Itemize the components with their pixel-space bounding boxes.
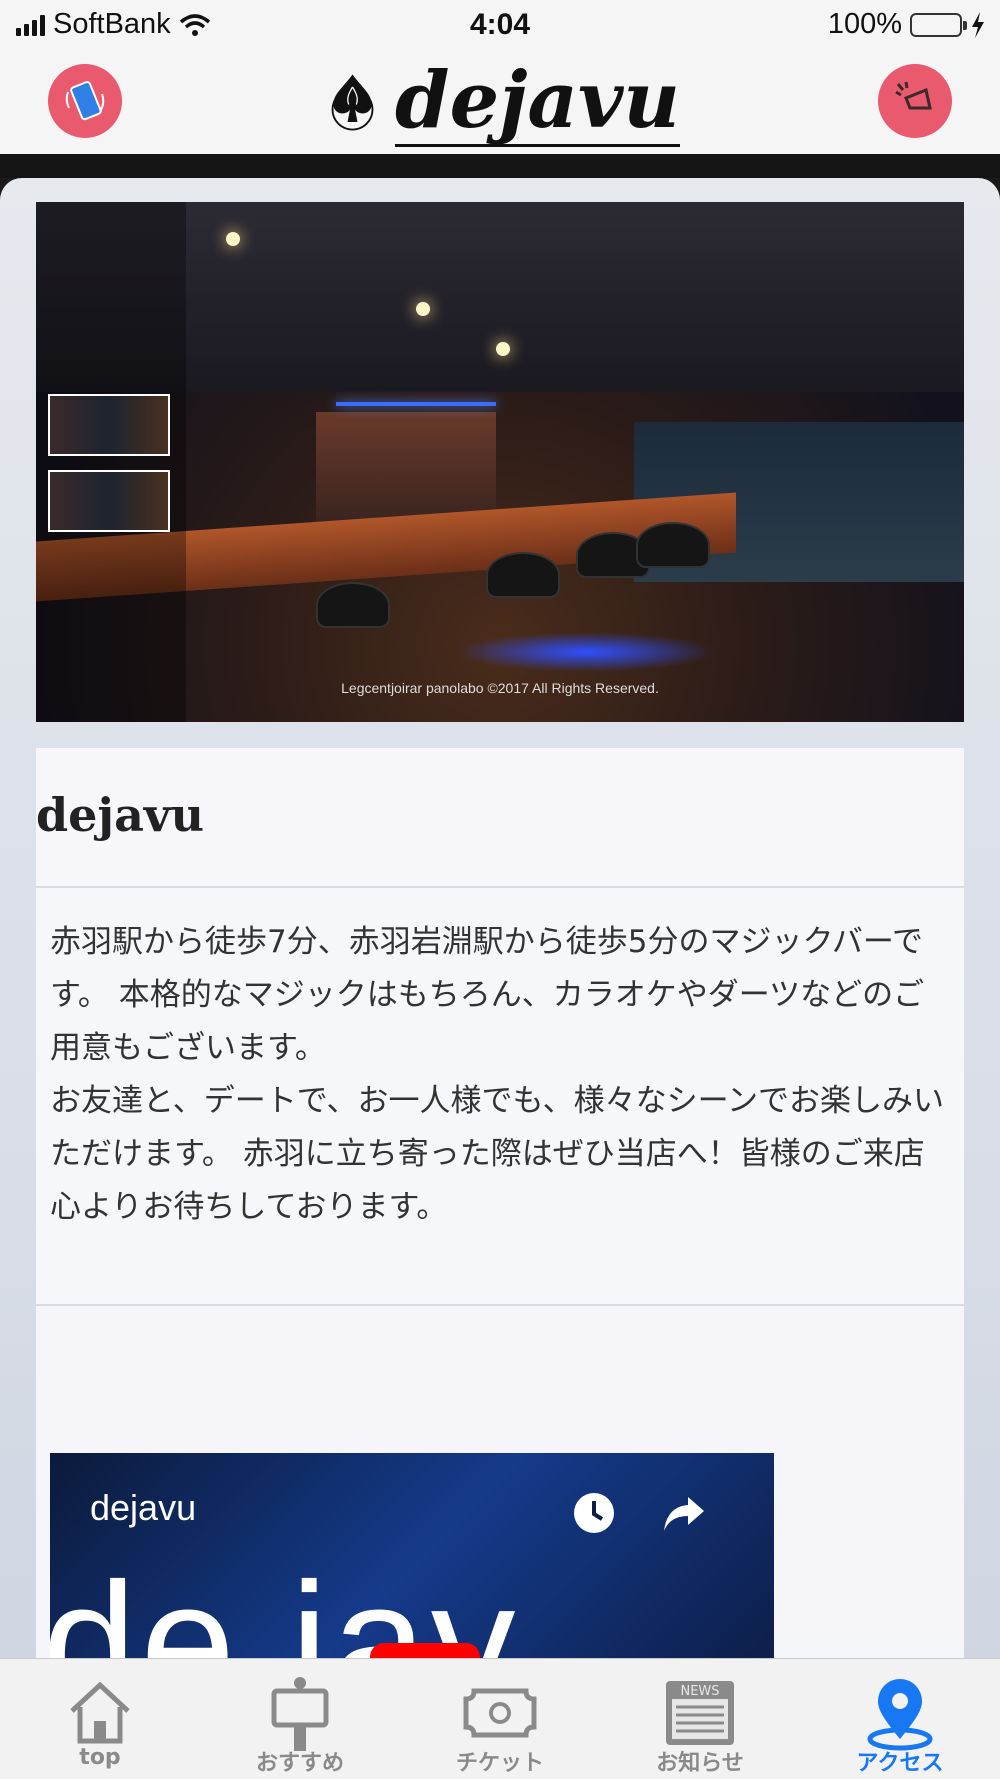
tab-top[interactable]: top xyxy=(0,1659,200,1779)
status-bar: SoftBank 4:04 100% xyxy=(0,0,1000,50)
tab-news[interactable]: NEWS お知らせ xyxy=(600,1659,800,1779)
video-embed[interactable]: dejavu de jav xyxy=(50,1453,774,1658)
panorama-thumbnail-strip xyxy=(36,202,186,722)
shop-info-panel: dejavu 赤羽駅から徒歩7分、赤羽岩淵駅から徒歩5分のマジックバーです。 本… xyxy=(36,748,964,1658)
tab-label: アクセス xyxy=(856,1751,944,1776)
video-play-button[interactable] xyxy=(370,1643,480,1658)
megaphone-icon xyxy=(895,81,932,110)
divider xyxy=(36,886,964,888)
battery-percent: 100% xyxy=(827,8,902,40)
app-header: dejavu xyxy=(0,50,1000,154)
tab-label: チケット xyxy=(455,1751,544,1776)
home-icon xyxy=(70,1681,130,1744)
app-logo: dejavu xyxy=(320,52,680,152)
panorama-viewer[interactable]: Legcentjoirar panolabo ©2017 All Rights … xyxy=(36,202,964,722)
tab-recommended[interactable]: おすすめ xyxy=(200,1659,400,1779)
divider xyxy=(36,1304,964,1306)
video-thumbnail-text: de jav xyxy=(50,1548,520,1658)
tab-ticket[interactable]: チケット xyxy=(400,1659,600,1779)
panorama-thumbnail[interactable] xyxy=(48,394,170,456)
tab-access[interactable]: アクセス xyxy=(800,1659,1000,1779)
logo-wordmark: dejavu xyxy=(395,54,680,147)
spade-emblem-icon xyxy=(331,74,374,131)
tab-label: お知らせ xyxy=(656,1751,744,1776)
panorama-thumbnail[interactable] xyxy=(48,470,170,532)
tab-label: top xyxy=(79,1745,121,1770)
panorama-credit: Legcentjoirar panolabo ©2017 All Rights … xyxy=(341,680,659,696)
header-divider xyxy=(0,154,1000,178)
shop-description: 赤羽駅から徒歩7分、赤羽岩淵駅から徒歩5分のマジックバーです。 本格的なマジック… xyxy=(50,924,945,1225)
ticket-icon xyxy=(463,1688,537,1738)
content-card: Legcentjoirar panolabo ©2017 All Rights … xyxy=(0,178,1000,1658)
tab-label: おすすめ xyxy=(255,1751,344,1776)
call-button[interactable] xyxy=(48,64,122,138)
bottom-tab-bar: top おすすめ チケット NEWS お知らせ アクセス xyxy=(0,1658,1000,1779)
svg-text:NEWS: NEWS xyxy=(680,1684,719,1699)
charging-bolt-icon xyxy=(972,11,984,38)
battery-icon xyxy=(910,12,967,37)
phone-ringing-icon xyxy=(65,81,105,121)
megaphone-button[interactable] xyxy=(878,64,952,138)
location-pin-icon xyxy=(867,1679,933,1751)
watch-later-icon[interactable] xyxy=(570,1489,618,1537)
battery-group: 100% xyxy=(828,8,986,41)
share-icon[interactable] xyxy=(660,1489,708,1537)
shop-name: dejavu xyxy=(36,788,205,842)
video-title: dejavu xyxy=(90,1487,197,1528)
news-icon: NEWS xyxy=(666,1681,734,1745)
signboard-icon xyxy=(271,1677,329,1751)
